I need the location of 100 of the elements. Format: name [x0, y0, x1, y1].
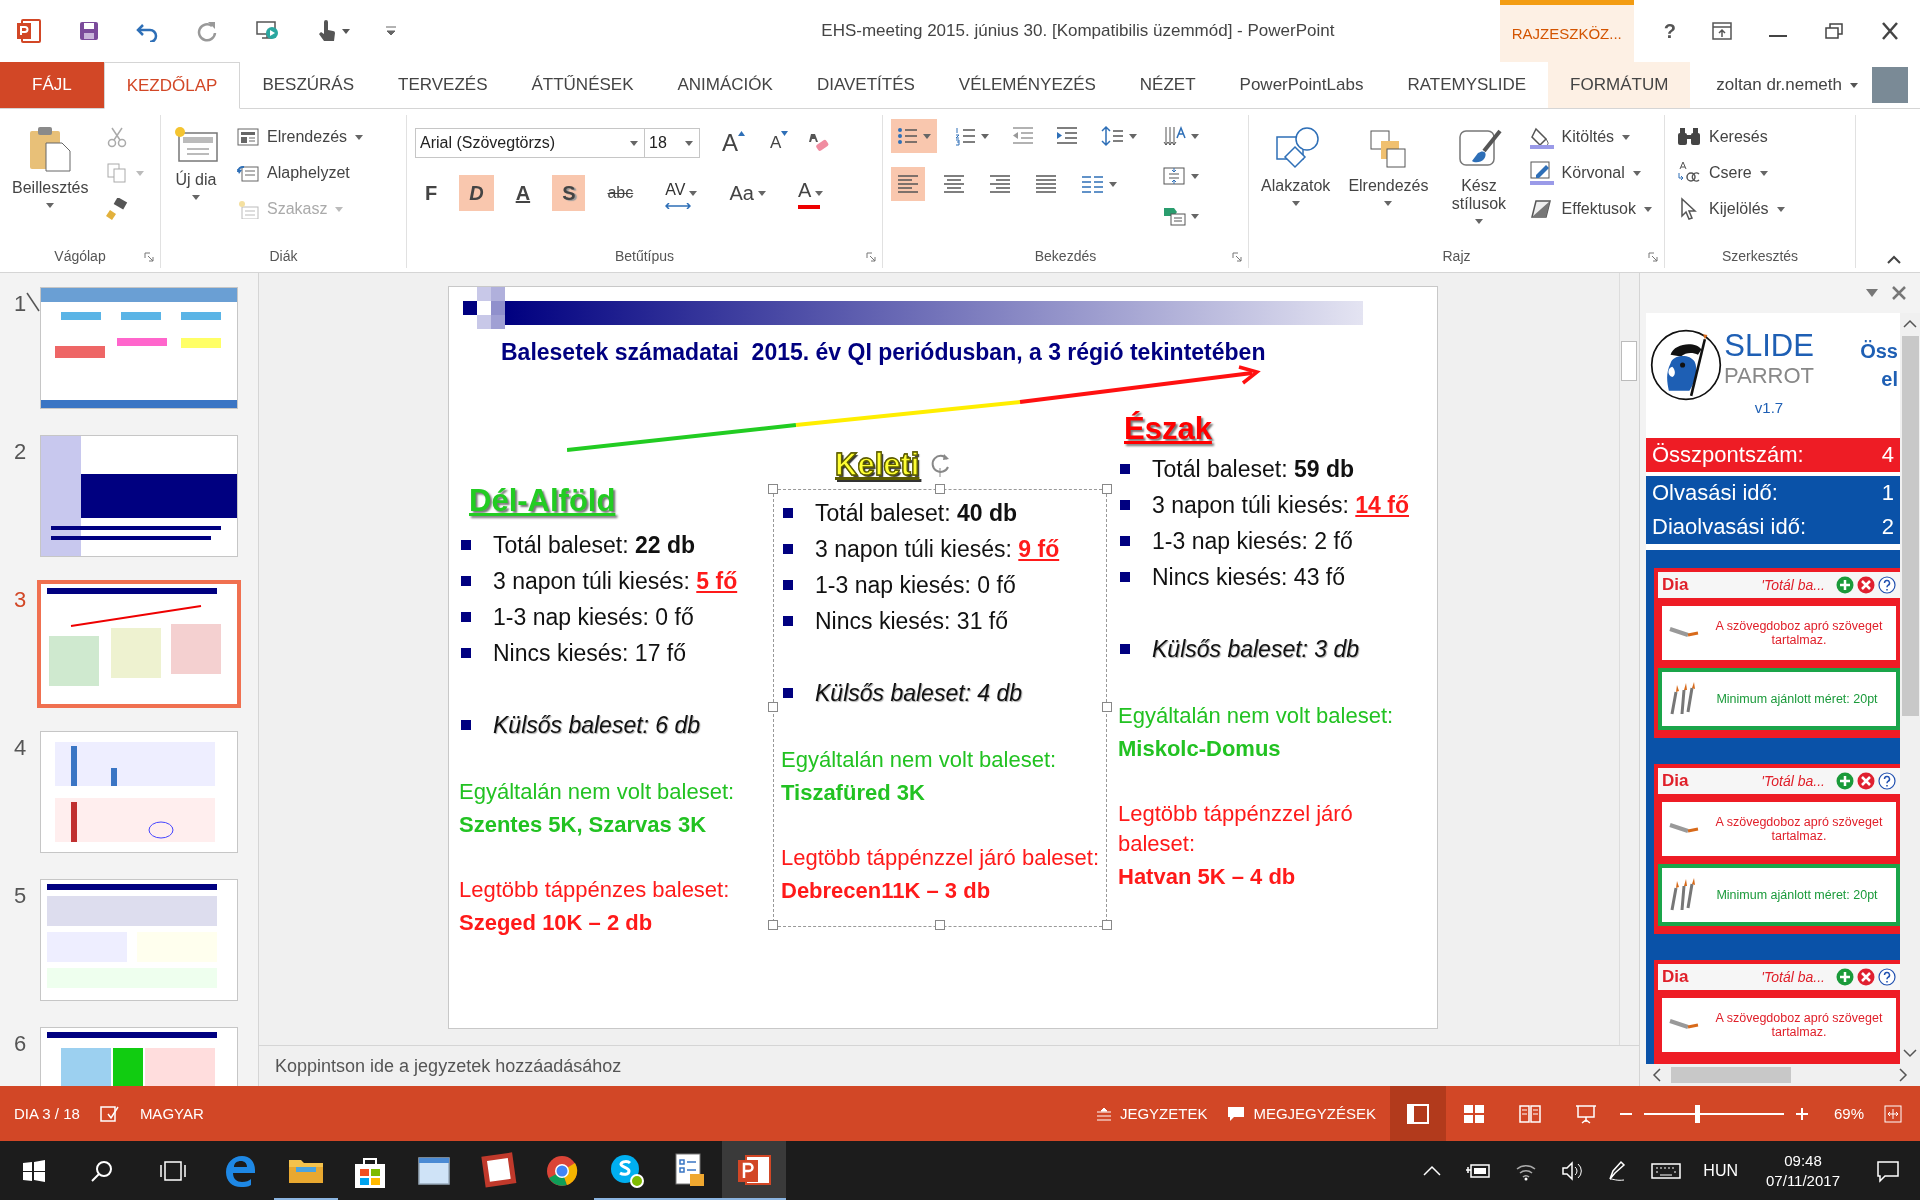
- shapes-button[interactable]: Alakzatok: [1257, 119, 1335, 244]
- zoom-in-icon[interactable]: [1795, 1107, 1808, 1120]
- scroll-thumb[interactable]: [1901, 336, 1919, 716]
- slide-thumbnail[interactable]: [40, 731, 238, 853]
- remove-icon[interactable]: [1857, 576, 1875, 594]
- shrink-font-button[interactable]: A: [760, 125, 792, 161]
- change-case-button[interactable]: Aa: [719, 175, 776, 211]
- layout-button[interactable]: Elrendezés: [233, 123, 368, 151]
- scroll-up-icon[interactable]: [1903, 319, 1917, 328]
- bold-button[interactable]: F: [415, 175, 448, 211]
- replace-button[interactable]: Csere: [1673, 159, 1789, 187]
- text-shadow-button[interactable]: S: [552, 175, 586, 211]
- save-icon[interactable]: [78, 20, 100, 42]
- scroll-thumb[interactable]: [1621, 341, 1637, 381]
- caret-icon[interactable]: [1384, 201, 1393, 206]
- slide-thumbnail[interactable]: [37, 580, 241, 708]
- scroll-right-icon[interactable]: [1899, 1068, 1908, 1082]
- shape-outline-button[interactable]: Körvonal: [1525, 159, 1656, 187]
- dialog-launcher-icon[interactable]: [1648, 252, 1658, 262]
- ribbon-tab[interactable]: PowerPointLabs: [1217, 62, 1386, 108]
- file-tab[interactable]: FÁJL: [0, 62, 104, 108]
- ribbon-tab[interactable]: NÉZET: [1117, 62, 1218, 108]
- decrease-indent-icon[interactable]: [1011, 126, 1035, 146]
- font-name-field[interactable]: Arial (Szövegtörzs): [415, 128, 645, 158]
- ribbon-tab[interactable]: DIAVETÍTÉS: [794, 62, 937, 108]
- arrange-button[interactable]: Elrendezés: [1344, 119, 1433, 244]
- scrollbar[interactable]: [1619, 273, 1639, 1045]
- dialog-launcher-icon[interactable]: [144, 252, 154, 262]
- reset-button[interactable]: Alaphelyzet: [233, 159, 368, 187]
- input-language-button[interactable]: HUN: [1703, 1162, 1739, 1180]
- language-button[interactable]: MAGYAR: [139, 1105, 204, 1122]
- character-spacing-button[interactable]: AV: [655, 175, 708, 211]
- collapse-ribbon-icon[interactable]: [1886, 254, 1902, 264]
- ribbon-tab[interactable]: TERVEZÉS: [376, 62, 510, 108]
- underline-button[interactable]: A: [505, 175, 541, 211]
- close-icon[interactable]: [1880, 22, 1900, 40]
- scroll-thumb[interactable]: [1671, 1067, 1791, 1083]
- customize-menu-icon[interactable]: [386, 26, 396, 36]
- task-view-icon[interactable]: [158, 1159, 188, 1183]
- resize-handle[interactable]: [1102, 920, 1112, 930]
- ribbon-tab[interactable]: RATEMYSLIDE: [1385, 62, 1549, 108]
- scroll-left-icon[interactable]: [1652, 1068, 1661, 1082]
- remove-icon[interactable]: [1857, 968, 1875, 986]
- select-button[interactable]: Kijelölés: [1673, 195, 1789, 223]
- italic-button[interactable]: D: [459, 175, 494, 211]
- add-icon[interactable]: [1836, 968, 1854, 986]
- caret-icon[interactable]: [815, 190, 824, 196]
- caret-icon[interactable]: [1291, 201, 1300, 206]
- caret-icon[interactable]: [1191, 213, 1199, 219]
- strikethrough-button[interactable]: abc: [597, 175, 644, 211]
- caret-icon[interactable]: [1129, 133, 1137, 139]
- ribbon-tab[interactable]: KEZDŐLAP: [103, 62, 241, 109]
- caret-icon[interactable]: [1191, 133, 1199, 139]
- shape-fill-button[interactable]: Kitöltés: [1525, 123, 1656, 151]
- font-size-field[interactable]: 18: [644, 128, 700, 158]
- fit-to-window-icon[interactable]: [1884, 1104, 1902, 1123]
- resize-handle[interactable]: [768, 920, 778, 930]
- normal-view-button[interactable]: [1389, 1086, 1446, 1141]
- caret-icon[interactable]: [757, 190, 766, 196]
- redo-icon[interactable]: [196, 20, 218, 42]
- close-pane-icon[interactable]: [1892, 286, 1906, 300]
- spelling-check-icon[interactable]: [99, 1104, 120, 1123]
- shape-effects-button[interactable]: Effektusok: [1525, 195, 1656, 223]
- caret-icon[interactable]: [1109, 181, 1117, 187]
- quick-styles-button[interactable]: Kész stílusok: [1442, 119, 1516, 244]
- grow-font-button[interactable]: A: [712, 125, 748, 161]
- dialog-launcher-icon[interactable]: [1232, 252, 1242, 262]
- ribbon-display-options-icon[interactable]: [1712, 22, 1732, 40]
- contextual-tab-label[interactable]: RAJZESZKÖZ...: [1499, 0, 1634, 62]
- add-icon[interactable]: [1836, 772, 1854, 790]
- caret-icon[interactable]: [342, 28, 350, 34]
- pen-icon[interactable]: [1607, 1160, 1628, 1182]
- slide-thumbnail[interactable]: [40, 435, 238, 557]
- caret-icon[interactable]: [1622, 134, 1631, 140]
- caret-icon[interactable]: [685, 140, 693, 146]
- slide-thumbnail[interactable]: [40, 879, 238, 1001]
- caret-icon[interactable]: [1632, 170, 1641, 176]
- clock-button[interactable]: 09:48 07/11/2017: [1766, 1151, 1840, 1191]
- restore-icon[interactable]: [1824, 22, 1844, 40]
- pane-options-caret-icon[interactable]: [1866, 289, 1878, 297]
- speaker-icon[interactable]: [1561, 1161, 1584, 1181]
- caret-icon[interactable]: [46, 203, 55, 208]
- keyboard-icon[interactable]: [1651, 1162, 1682, 1180]
- help-icon[interactable]: [1878, 576, 1896, 594]
- font-color-button[interactable]: A: [787, 175, 834, 211]
- align-left-button[interactable]: [891, 167, 925, 201]
- bullets-button[interactable]: [891, 119, 937, 153]
- start-windows-icon[interactable]: [22, 1159, 46, 1183]
- resize-handle[interactable]: [1102, 484, 1112, 494]
- caret-icon[interactable]: [1191, 173, 1199, 179]
- resize-handle[interactable]: [935, 920, 945, 930]
- add-icon[interactable]: [1836, 576, 1854, 594]
- account-menu[interactable]: zoltan dr.nemeth: [1716, 62, 1868, 108]
- caret-icon[interactable]: [981, 133, 989, 139]
- new-slide-button[interactable]: Új dia: [169, 119, 223, 244]
- ribbon-tab[interactable]: FORMÁTUM: [1548, 62, 1691, 108]
- caret-icon[interactable]: [1759, 170, 1768, 176]
- find-button[interactable]: Keresés: [1673, 123, 1789, 151]
- caret-icon[interactable]: [630, 140, 638, 146]
- hand-pointer-icon[interactable]: [316, 19, 336, 43]
